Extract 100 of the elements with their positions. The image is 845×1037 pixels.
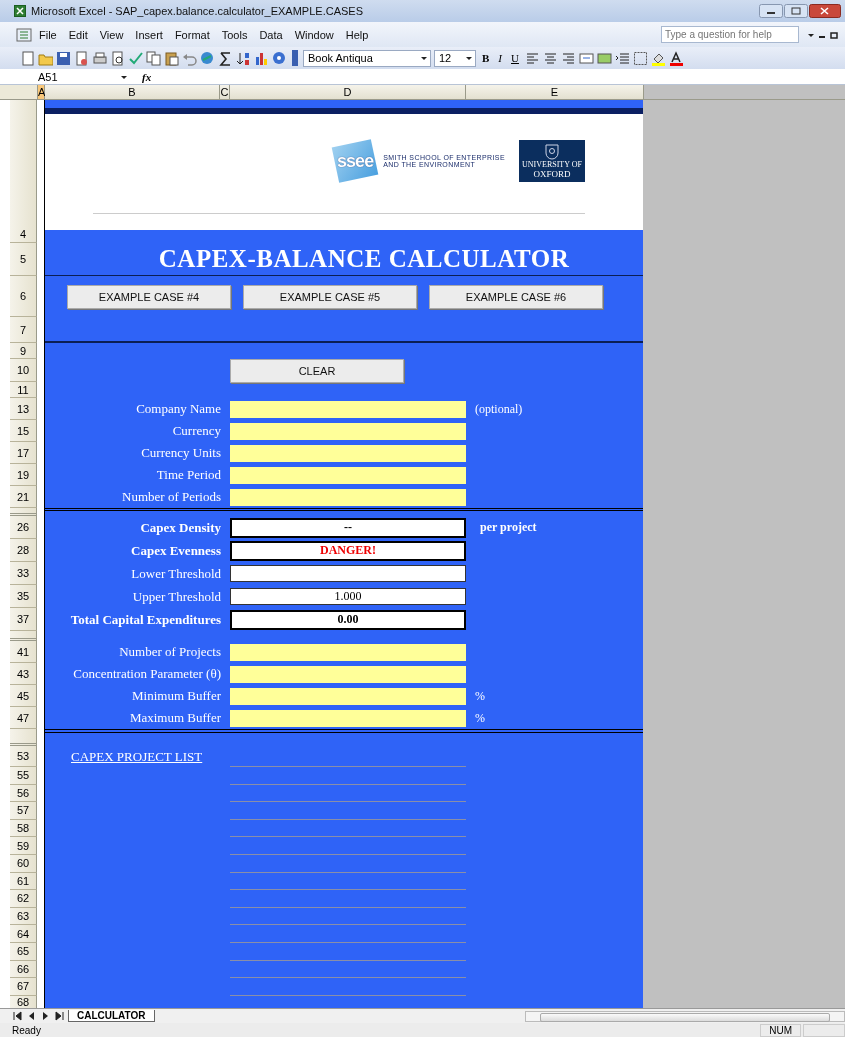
row-header[interactable]: 62 [10,890,37,908]
function-button[interactable]: fx [132,70,160,83]
row-header[interactable]: 10 [10,359,37,382]
horizontal-scrollbar[interactable] [525,1010,845,1022]
row-header[interactable]: 64 [10,925,37,943]
hidden-row-header[interactable] [10,631,37,641]
field-label: Company Name [135,401,222,417]
help-search-field[interactable]: Type a question for help [661,26,799,43]
field-label: Maximum Buffer [128,710,222,726]
row-header[interactable]: 43 [10,663,37,685]
align-left-icon[interactable] [524,50,540,66]
chart-icon[interactable] [254,50,269,66]
example-case-button[interactable]: EXAMPLE CASE #6 [429,284,603,309]
menu-item[interactable]: Window [289,26,339,43]
close-icon[interactable] [809,4,841,18]
borders-icon[interactable] [632,50,648,66]
row-header[interactable]: 47 [10,707,37,729]
align-center-icon[interactable] [542,50,558,66]
row-header[interactable]: 4 [10,100,37,243]
row-header[interactable]: 7 [10,317,37,343]
field-label: Capex Evenness [130,542,222,559]
input-field[interactable] [230,444,466,462]
field-label: Minimum Buffer [131,688,222,704]
clear-button[interactable]: CLEAR [230,358,404,383]
example-case-button[interactable]: EXAMPLE CASE #5 [243,284,417,309]
row-header[interactable]: 37 [10,608,37,631]
output-field: -- [230,517,466,538]
column-header[interactable]: B [45,85,220,99]
spreadsheet-icon [14,5,26,17]
minimize-icon[interactable] [759,4,783,18]
toolbar-handle[interactable] [292,50,298,66]
copy-icon[interactable] [146,50,161,66]
row-header[interactable]: 11 [10,382,37,398]
row-header[interactable]: 41 [10,641,37,663]
print-icon[interactable] [92,50,107,66]
input-field[interactable] [230,643,466,661]
input-field[interactable] [230,709,466,727]
row-header[interactable]: 33 [10,562,37,585]
font-name-field[interactable]: Book Antiqua [303,49,431,67]
sum-icon[interactable] [218,50,233,66]
input-field[interactable] [230,422,466,440]
status-panel [803,1023,845,1037]
sheet-tab[interactable]: CALCULATOR [68,1010,155,1022]
input-field[interactable] [230,687,466,705]
field-label: Capex Density [139,519,222,536]
row-header[interactable]: 67 [10,978,37,996]
menu-item[interactable]: View [94,26,129,43]
field-label: Time Period [155,467,222,483]
row-header[interactable]: 5 [10,243,37,276]
row-header[interactable]: 53 [10,746,37,767]
underline-button[interactable]: U [508,52,522,64]
row-header[interactable]: 35 [10,585,37,608]
row-header[interactable]: 15 [10,420,37,442]
row-header[interactable]: 9 [10,343,37,359]
example-case-button[interactable]: EXAMPLE CASE #4 [67,284,231,309]
row-header[interactable]: 26 [10,516,37,539]
menu-item[interactable]: Insert [130,26,168,43]
menu-item[interactable]: Format [169,26,215,43]
input-field[interactable] [230,488,466,506]
input-field[interactable] [230,466,466,484]
column-header[interactable]: E [466,85,644,99]
field-label: Number of Projects [118,644,222,660]
window-title: Microsoft Excel - SAP_capex.balance.calculator_EXAMPLE.CASES [31,5,364,17]
status-text: Ready [12,1024,41,1036]
hidden-row-header[interactable] [10,508,37,516]
row-header[interactable]: 45 [10,685,37,707]
input-field[interactable] [230,665,466,683]
row-header[interactable]: 59 [10,837,37,855]
new-document-icon[interactable] [20,50,35,66]
font-size-field[interactable]: 12 [434,49,476,67]
last-sheet-icon[interactable] [54,1010,65,1022]
row-header[interactable]: 28 [10,539,37,562]
indent-icon[interactable] [614,50,630,66]
row-header[interactable]: 6 [10,276,37,317]
sort-icon[interactable] [236,50,251,66]
merge-icon[interactable] [578,50,594,66]
menu-item[interactable]: Tools [216,26,253,43]
row-header[interactable]: 21 [10,486,37,508]
first-sheet-icon[interactable] [12,1010,23,1022]
row-header[interactable]: 57 [10,802,37,820]
save-icon[interactable] [56,50,71,66]
menu-item[interactable]: Edit [63,26,93,43]
menu-item[interactable]: File [34,26,62,43]
list-heading: CAPEX PROJECT LIST [71,749,204,766]
font-color-icon[interactable] [668,50,684,66]
hidden-row-header[interactable] [10,729,37,746]
column-header[interactable]: D [230,85,466,99]
paste-icon[interactable] [164,50,179,66]
bold-button[interactable]: B [479,52,493,64]
row-header[interactable]: 13 [10,398,37,420]
row-header[interactable]: 19 [10,464,37,486]
restore-icon[interactable] [829,29,839,40]
align-right-icon[interactable] [560,50,576,66]
row-header[interactable]: 17 [10,442,37,464]
menu-item[interactable]: Help [340,26,374,43]
menu-item[interactable]: Data [254,26,288,43]
print-preview-icon[interactable] [110,50,125,66]
input-field[interactable] [230,400,466,418]
italic-button[interactable]: I [495,52,505,64]
row-header[interactable]: 55 [10,767,37,785]
